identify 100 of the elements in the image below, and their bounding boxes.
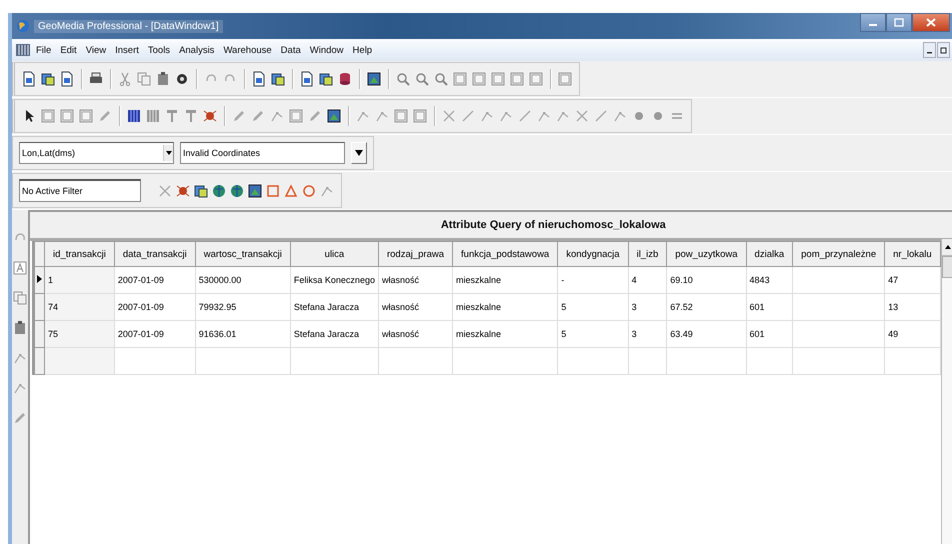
table-cell: własność	[378, 294, 453, 320]
table-cell: Stefana Jaracza	[290, 320, 378, 348]
window-icon[interactable]	[528, 71, 544, 87]
square-icon	[940, 46, 948, 54]
grid-icon[interactable]	[16, 44, 30, 56]
line-icon[interactable]	[593, 108, 609, 124]
menu-item[interactable]: Insert	[115, 44, 139, 56]
window-icon[interactable]	[452, 71, 468, 87]
column-header[interactable]: ulica	[290, 242, 378, 266]
text-icon[interactable]	[12, 260, 28, 276]
cross-icon[interactable]	[441, 108, 457, 124]
line-icon[interactable]	[460, 108, 476, 124]
pencil-icon[interactable]	[97, 108, 113, 124]
pencil-icon[interactable]	[250, 108, 266, 124]
column-header[interactable]: data_transakcji	[114, 242, 196, 266]
menu-item[interactable]: Analysis	[179, 44, 214, 56]
table-cell: mieszkalne	[452, 320, 558, 348]
magnifier-icon[interactable]	[414, 71, 430, 87]
column-header[interactable]: kondygnacja	[558, 242, 628, 266]
column-header[interactable]: pow_uzytkowa	[666, 242, 746, 266]
restore-button[interactable]	[937, 42, 950, 58]
node-icon[interactable]	[175, 182, 191, 198]
clipboard-icon[interactable]	[12, 320, 28, 336]
scissors-icon[interactable]	[117, 71, 133, 87]
node-icon[interactable]	[202, 108, 218, 124]
menu-item[interactable]: Tools	[148, 44, 170, 56]
pencil-icon[interactable]	[12, 410, 28, 426]
table-cell: -	[558, 266, 628, 294]
menu-item[interactable]: File	[36, 44, 52, 56]
page-icon[interactable]	[251, 71, 267, 87]
map-icon[interactable]	[247, 182, 263, 198]
layers-icon[interactable]	[318, 71, 334, 87]
filter-field[interactable]: No Active Filter	[19, 179, 141, 202]
column-header[interactable]: pom_przynależne	[792, 242, 885, 266]
minimize-button[interactable]	[923, 42, 936, 58]
close-icon	[926, 18, 936, 27]
table-cell: 75	[44, 320, 114, 348]
row-header[interactable]	[34, 266, 45, 294]
coordinate-system-dropdown[interactable]: Lon,Lat(dms)	[19, 142, 174, 164]
page-icon[interactable]	[59, 71, 75, 87]
layers-icon[interactable]	[193, 182, 209, 198]
menu-item[interactable]: View	[86, 44, 106, 56]
table-cell: 2007-01-09	[114, 266, 196, 294]
page-icon[interactable]	[21, 71, 37, 87]
map-icon[interactable]	[366, 71, 382, 87]
window-icon[interactable]	[393, 108, 409, 124]
table-cell: 69.10	[666, 266, 746, 294]
table-cell: 2007-01-09	[114, 294, 196, 320]
magnifier-icon[interactable]	[395, 71, 411, 87]
database-icon[interactable]	[337, 71, 353, 87]
globe-icon[interactable]	[211, 182, 227, 198]
menu-item[interactable]: Window	[310, 44, 344, 56]
table-cell: 1	[44, 266, 114, 294]
scroll-thumb[interactable]	[942, 256, 952, 278]
page-icon[interactable]	[299, 71, 315, 87]
window-icon[interactable]	[490, 71, 506, 87]
minimize-button[interactable]	[860, 13, 886, 32]
clipboard-icon[interactable]	[155, 71, 171, 87]
window-icon[interactable]	[78, 108, 94, 124]
column-header[interactable]: dzialka	[746, 242, 793, 266]
cross-icon[interactable]	[157, 182, 173, 198]
line-icon[interactable]	[517, 108, 533, 124]
map-icon[interactable]	[326, 108, 342, 124]
layers-icon[interactable]	[40, 71, 56, 87]
copy-icon[interactable]	[12, 290, 28, 306]
column-header[interactable]: wartosc_transakcji	[195, 242, 290, 266]
menu-item[interactable]: Edit	[60, 44, 77, 56]
table-cell: 601	[746, 320, 793, 348]
window-icon[interactable]	[412, 108, 428, 124]
maximize-button[interactable]	[886, 13, 912, 32]
column-header[interactable]: id_transakcji	[44, 242, 114, 266]
dropdown-button[interactable]	[351, 142, 367, 164]
globe-icon[interactable]	[229, 182, 245, 198]
columns-icon[interactable]	[126, 108, 142, 124]
layers-icon[interactable]	[270, 71, 286, 87]
column-header[interactable]: nr_lokalu	[884, 242, 940, 266]
table-cell: 91636.01	[195, 320, 290, 348]
window-icon[interactable]	[557, 71, 573, 87]
window-icon[interactable]	[288, 108, 304, 124]
table-cell: mieszkalne	[452, 294, 558, 320]
polygon-icon[interactable]	[283, 182, 299, 198]
scroll-up-icon[interactable]	[942, 239, 952, 256]
coordinate-readout-dropdown[interactable]: Invalid Coordinates	[180, 142, 345, 164]
circle-icon[interactable]	[301, 182, 317, 198]
column-header[interactable]: rodzaj_prawa	[378, 242, 453, 266]
column-header[interactable]: il_izb	[628, 242, 667, 266]
close-button[interactable]	[912, 13, 950, 32]
cross-icon[interactable]	[574, 108, 590, 124]
scrollbar[interactable]	[940, 239, 952, 544]
menu-item[interactable]: Data	[280, 44, 301, 56]
window-icon[interactable]	[471, 71, 487, 87]
window-icon[interactable]	[509, 71, 525, 87]
pencil-icon[interactable]	[231, 108, 247, 124]
table-cell: własność	[378, 266, 453, 294]
menu-item[interactable]: Help	[352, 44, 372, 56]
menu-item[interactable]: Warehouse	[223, 44, 272, 56]
column-header[interactable]: funkcja_podstawowa	[452, 242, 558, 266]
window-icon[interactable]	[59, 108, 75, 124]
square-icon	[894, 18, 904, 27]
magnifier-icon[interactable]	[433, 71, 449, 87]
